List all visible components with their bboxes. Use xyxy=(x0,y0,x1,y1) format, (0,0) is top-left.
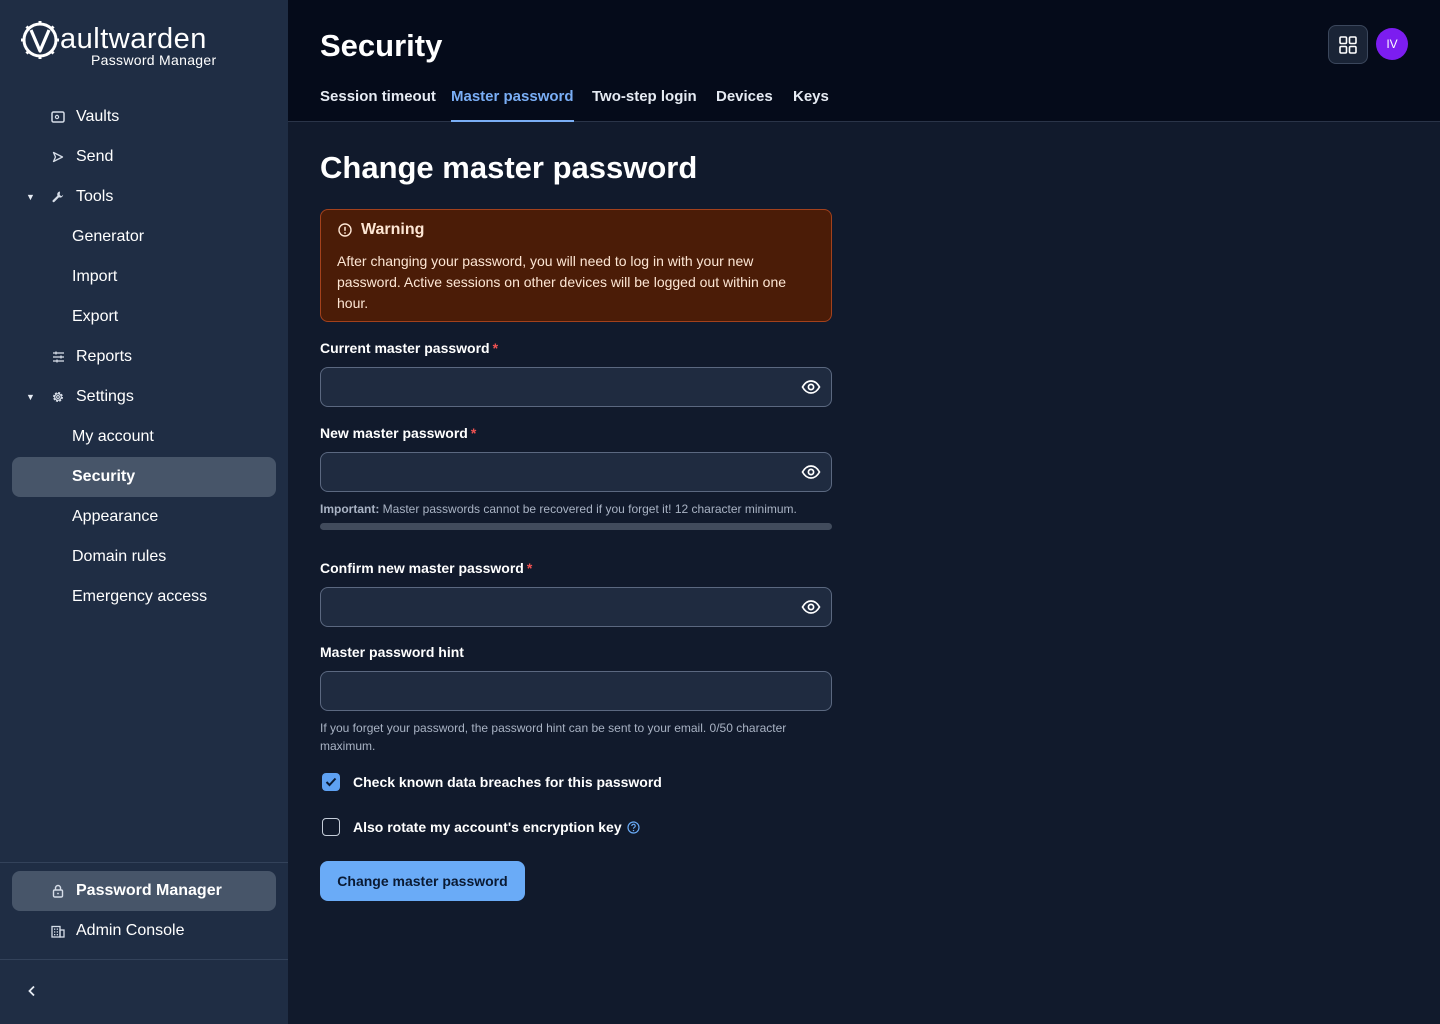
vault-icon xyxy=(50,109,66,125)
sidebar-item-label: My account xyxy=(72,428,154,445)
tab-master-password[interactable]: Master password xyxy=(451,88,574,122)
checkmark-icon xyxy=(325,777,337,787)
breach-checkbox-label: Check known data breaches for this passw… xyxy=(353,774,662,790)
send-icon xyxy=(50,149,66,165)
confirm-password-input[interactable] xyxy=(321,588,781,626)
product-switcher-admin-console[interactable]: Admin Console xyxy=(12,911,276,951)
eye-icon[interactable] xyxy=(801,378,821,396)
sidebar-item-domain-rules[interactable]: Domain rules xyxy=(12,537,276,577)
password-hint-label: Master password hint xyxy=(320,644,464,660)
question-circle-icon[interactable] xyxy=(627,820,640,834)
gear-icon xyxy=(50,389,66,405)
current-password-input[interactable] xyxy=(321,368,781,406)
caret-down-icon[interactable]: ▼ xyxy=(26,192,35,202)
sidebar-item-generator[interactable]: Generator xyxy=(12,217,276,257)
breach-check-row[interactable]: Check known data breaches for this passw… xyxy=(320,773,662,791)
current-password-field[interactable] xyxy=(320,367,832,407)
warning-body: After changing your password, you will n… xyxy=(337,253,787,311)
confirm-password-label-text: Confirm new master password xyxy=(320,560,524,576)
grid-icon xyxy=(1339,35,1357,54)
required-marker: * xyxy=(526,560,533,576)
product-switcher-label: Password Manager xyxy=(76,882,222,899)
caret-down-icon[interactable]: ▼ xyxy=(26,392,35,402)
current-password-label: Current master password * xyxy=(320,340,498,356)
eye-icon[interactable] xyxy=(801,598,821,616)
sidebar-item-send[interactable]: Send xyxy=(12,137,276,177)
tab-two-step-login[interactable]: Two-step login xyxy=(592,88,697,122)
sidebar-divider xyxy=(0,862,288,863)
sidebar-item-label: Export xyxy=(72,308,119,325)
logo-wordmark: aultwarden xyxy=(60,23,207,55)
rotate-key-label: Also rotate my account's encryption key xyxy=(353,819,622,835)
sidebar-item-my-account[interactable]: My account xyxy=(12,417,276,457)
warning-header: Warning xyxy=(337,221,424,239)
sidebar-item-label: Security xyxy=(72,468,136,485)
sidebar-item-settings[interactable]: ▼ Settings xyxy=(12,377,276,417)
important-prefix: Important: xyxy=(320,502,380,516)
sidebar-item-label: Domain rules xyxy=(72,548,167,565)
warning-callout: Warning After changing your password, yo… xyxy=(320,209,832,322)
product-switcher-password-manager[interactable]: Password Manager xyxy=(12,871,276,911)
password-strength-meter xyxy=(320,523,832,530)
sidebar-item-export[interactable]: Export xyxy=(12,297,276,337)
logo-tagline: Password Manager xyxy=(91,52,217,68)
password-hint-input[interactable] xyxy=(321,672,781,710)
avatar[interactable]: IV xyxy=(1376,28,1408,60)
sidebar-item-label: Appearance xyxy=(72,508,159,525)
warning-title: Warning xyxy=(361,221,425,238)
product-switcher-label: Admin Console xyxy=(76,922,185,939)
chevron-left-icon[interactable] xyxy=(22,980,42,1002)
sidebar-item-label: Tools xyxy=(76,188,114,205)
confirm-password-field[interactable] xyxy=(320,587,832,627)
sidebar-divider xyxy=(0,959,288,960)
sidebar-item-appearance[interactable]: Appearance xyxy=(12,497,276,537)
breach-checkbox[interactable] xyxy=(322,773,340,791)
confirm-password-label: Confirm new master password * xyxy=(320,560,532,576)
tab-keys[interactable]: Keys xyxy=(793,88,829,122)
rotate-key-checkbox[interactable] xyxy=(322,818,340,836)
sidebar-item-label: Emergency access xyxy=(72,588,208,605)
sidebar-item-security[interactable]: Security xyxy=(12,457,276,497)
required-marker: * xyxy=(492,340,499,356)
warning-icon xyxy=(338,223,352,237)
building-icon xyxy=(50,923,66,939)
new-password-input[interactable] xyxy=(321,453,781,491)
sidebar-item-tools[interactable]: ▼ Tools xyxy=(12,177,276,217)
sidebar-item-vaults[interactable]: Vaults xyxy=(12,97,276,137)
wrench-icon xyxy=(50,189,66,205)
password-hint-help: If you forget your password, the passwor… xyxy=(320,721,787,753)
section-title: Change master password xyxy=(320,150,698,185)
sliders-icon xyxy=(50,349,66,365)
tab-session-timeout[interactable]: Session timeout xyxy=(320,88,436,122)
vaultwarden-logo[interactable]: aultwarden Password Manager xyxy=(20,18,230,72)
logo-gear-icon xyxy=(21,21,59,59)
sidebar-item-label: Import xyxy=(72,268,118,285)
sidebar-item-reports[interactable]: Reports xyxy=(12,337,276,377)
required-marker: * xyxy=(470,425,477,441)
new-password-hint: Important: Master passwords cannot be re… xyxy=(320,500,832,518)
rotate-key-row[interactable]: Also rotate my account's encryption key xyxy=(320,818,640,836)
change-master-password-button[interactable]: Change master password xyxy=(320,861,525,901)
eye-icon[interactable] xyxy=(801,463,821,481)
app-switcher-button[interactable] xyxy=(1328,25,1368,64)
tab-devices[interactable]: Devices xyxy=(716,88,773,122)
new-password-field[interactable] xyxy=(320,452,832,492)
sidebar-item-label: Vaults xyxy=(76,108,120,125)
page-title: Security xyxy=(320,28,443,63)
sidebar-item-label: Settings xyxy=(76,388,134,405)
new-password-label-text: New master password xyxy=(320,425,468,441)
sidebar-item-import[interactable]: Import xyxy=(12,257,276,297)
current-password-label-text: Current master password xyxy=(320,340,490,356)
sidebar-item-label: Send xyxy=(76,148,114,165)
sidebar-item-emergency-access[interactable]: Emergency access xyxy=(12,577,276,617)
sidebar: aultwarden Password Manager Vaults Send … xyxy=(0,0,288,1024)
sidebar-item-label: Generator xyxy=(72,228,145,245)
password-hint-field[interactable] xyxy=(320,671,832,711)
sidebar-item-label: Reports xyxy=(76,348,133,365)
new-password-hint-text: Master passwords cannot be recovered if … xyxy=(382,502,797,516)
new-password-label: New master password * xyxy=(320,425,476,441)
page-header: Security Session timeout Master password… xyxy=(288,0,1440,122)
lock-icon xyxy=(50,883,66,899)
